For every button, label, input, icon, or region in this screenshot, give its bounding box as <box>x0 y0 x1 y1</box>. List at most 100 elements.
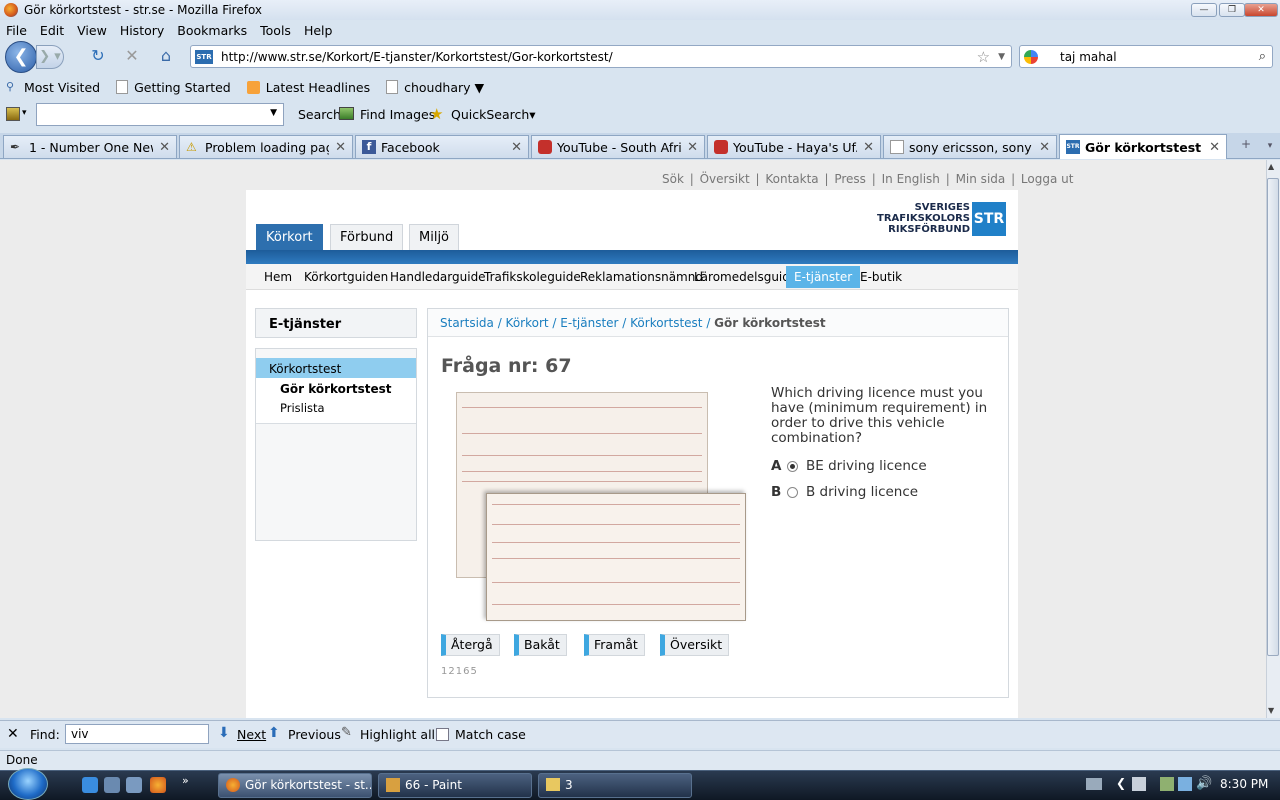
firefox-quicklaunch-icon[interactable] <box>150 777 166 793</box>
tab-4[interactable]: YouTube - South Afri... ✕ <box>531 135 705 158</box>
search-icon[interactable]: ⌕ <box>1259 49 1266 64</box>
volume-icon[interactable]: 🔊 <box>1196 776 1212 791</box>
link-in-english[interactable]: In English <box>882 172 940 186</box>
bookmark-latest-headlines[interactable]: Latest Headlines <box>246 80 370 95</box>
tab-3[interactable]: f Facebook ✕ <box>355 135 529 158</box>
quicksearch-button[interactable]: QuickSearch▾ <box>451 107 536 122</box>
menu-bookmarks[interactable]: Bookmarks <box>177 23 247 38</box>
tab-close-icon[interactable]: ✕ <box>335 140 346 155</box>
crumb-startsida[interactable]: Startsida <box>440 316 494 330</box>
more-icon[interactable]: » <box>182 774 189 787</box>
forward-button[interactable]: ❯ ▾ <box>36 45 64 69</box>
maximize-button[interactable]: ❐ <box>1219 3 1245 17</box>
link-press[interactable]: Press <box>834 172 866 186</box>
menu-help[interactable]: Help <box>304 23 333 38</box>
bookmark-most-visited[interactable]: ⚲ Most Visited <box>6 80 100 95</box>
answer-b[interactable]: B B driving licence <box>771 484 918 500</box>
url-bar[interactable]: STR http://www.str.se/Korkort/E-tjanster… <box>190 45 1012 68</box>
scrollbar-thumb[interactable] <box>1267 178 1279 656</box>
crumb-e-tjanster[interactable]: E-tjänster <box>560 316 618 330</box>
minimize-button[interactable]: — <box>1191 3 1217 17</box>
new-tab-icon[interactable]: + <box>1234 137 1258 155</box>
back-button[interactable]: ❮ <box>5 41 37 73</box>
sidebar-item-prislista[interactable]: Prislista <box>280 401 325 415</box>
google-icon[interactable] <box>1024 49 1038 64</box>
subnav-hem[interactable]: Hem <box>256 266 300 288</box>
highlight-all-button[interactable]: Highlight all <box>360 727 435 742</box>
link-oversikt[interactable]: Översikt <box>700 172 750 186</box>
start-button[interactable] <box>8 768 48 800</box>
taskbar-firefox[interactable]: Gör körkortstest - st... <box>218 773 372 798</box>
star-bookmark-icon[interactable]: ☆ <box>977 48 990 66</box>
match-case-checkbox[interactable] <box>436 728 449 741</box>
tab-forbund[interactable]: Förbund <box>330 224 404 250</box>
url-dropdown-icon[interactable]: ▼ <box>998 52 1005 62</box>
find-previous-button[interactable]: Previous <box>288 727 341 742</box>
menu-file[interactable]: File <box>6 23 27 38</box>
tab-list-icon[interactable]: ▾ <box>1262 137 1278 155</box>
answer-b-radio[interactable] <box>787 486 798 498</box>
search-box[interactable]: taj mahal ⌕ <box>1019 45 1273 68</box>
menu-history[interactable]: History <box>120 23 164 38</box>
window-switch-icon[interactable] <box>126 777 142 793</box>
tab-close-icon[interactable]: ✕ <box>511 140 522 155</box>
tab-close-icon[interactable]: ✕ <box>159 140 170 155</box>
keyboard-icon[interactable] <box>1086 778 1102 790</box>
home-icon[interactable]: ⌂ <box>156 46 176 66</box>
taskbar-paint[interactable]: 66 - Paint <box>378 773 532 798</box>
tray-safely-remove-icon[interactable] <box>1160 777 1174 791</box>
toolbar-menu-dropdown-icon[interactable]: ▾ <box>22 108 27 118</box>
find-input[interactable]: viv <box>65 724 209 744</box>
tray-app-icon[interactable] <box>1132 777 1146 791</box>
tab-close-icon[interactable]: ✕ <box>863 140 874 155</box>
combo-dropdown-icon[interactable]: ▼ <box>270 108 277 118</box>
tab-korkort[interactable]: Körkort <box>256 224 323 250</box>
crumb-korkort[interactable]: Körkort <box>506 316 549 330</box>
close-find-icon[interactable]: ✕ <box>7 726 19 742</box>
sidebar-item-gor-korkortstest[interactable]: Gör körkortstest <box>280 382 391 396</box>
find-images-button[interactable]: Find Images <box>360 107 435 122</box>
scroll-down-icon[interactable]: ▼ <box>1268 706 1274 715</box>
menu-tools[interactable]: Tools <box>260 23 291 38</box>
menu-edit[interactable]: Edit <box>40 23 64 38</box>
sidebar-item-korkortstest[interactable]: Körkortstest <box>256 358 416 378</box>
link-logga-ut[interactable]: Logga ut <box>1021 172 1074 186</box>
link-kontakta[interactable]: Kontakta <box>765 172 818 186</box>
toolbar-logo-icon[interactable] <box>6 107 20 121</box>
link-min-sida[interactable]: Min sida <box>956 172 1006 186</box>
bakat-button[interactable]: Bakåt <box>514 634 567 656</box>
answer-a[interactable]: A BE driving licence <box>771 458 927 474</box>
tab-5[interactable]: YouTube - Haya's Uf... ✕ <box>707 135 881 158</box>
find-next-button[interactable]: Next <box>237 727 266 742</box>
reload-icon[interactable]: ↻ <box>88 46 108 66</box>
tab-2[interactable]: ⚠ Problem loading page ✕ <box>179 135 353 158</box>
taskbar-folder[interactable]: 3 <box>538 773 692 798</box>
tab-6[interactable]: sony ericsson, sony e...✕ <box>883 135 1057 158</box>
subnav-e-butik[interactable]: E-butik <box>852 266 910 288</box>
tab-close-icon[interactable]: ✕ <box>687 140 698 155</box>
link-sok[interactable]: Sök <box>662 172 684 186</box>
crumb-korkortstest[interactable]: Körkortstest <box>630 316 702 330</box>
scroll-up-icon[interactable]: ▲ <box>1268 162 1274 171</box>
stop-icon[interactable]: ✕ <box>122 46 142 66</box>
bookmark-getting-started[interactable]: Getting Started <box>116 80 231 95</box>
answer-a-radio[interactable] <box>787 460 798 472</box>
network-icon[interactable] <box>1178 777 1192 791</box>
atergaa-button[interactable]: Återgå <box>441 634 500 656</box>
tab-close-icon[interactable]: ✕ <box>1209 140 1220 155</box>
clock[interactable]: 8:30 PM <box>1220 777 1268 791</box>
oversikt-button[interactable]: Översikt <box>660 634 730 656</box>
tab-7-active[interactable]: STRGör körkortstest - s...✕ <box>1059 134 1227 159</box>
toolbar-search-button[interactable]: Search <box>298 107 341 122</box>
framat-button[interactable]: Framåt <box>584 634 645 656</box>
menu-view[interactable]: View <box>77 23 107 38</box>
close-window-button[interactable]: ✕ <box>1244 3 1278 17</box>
tab-1[interactable]: ✒1 - Number One New...✕ <box>3 135 177 158</box>
tray-expand-icon[interactable]: ❮ <box>1116 776 1126 790</box>
tab-close-icon[interactable]: ✕ <box>1039 140 1050 155</box>
ie-icon[interactable] <box>82 777 98 793</box>
str-logo[interactable]: SVERIGES TRAFIKSKOLORS RIKSFÖRBUND STR <box>877 200 1006 238</box>
subnav-e-tjanster[interactable]: E-tjänster <box>786 266 861 288</box>
toolbar-search-combo[interactable]: ▼ <box>36 103 284 126</box>
bookmark-choudhary[interactable]: choudhary ▼ <box>386 80 484 95</box>
